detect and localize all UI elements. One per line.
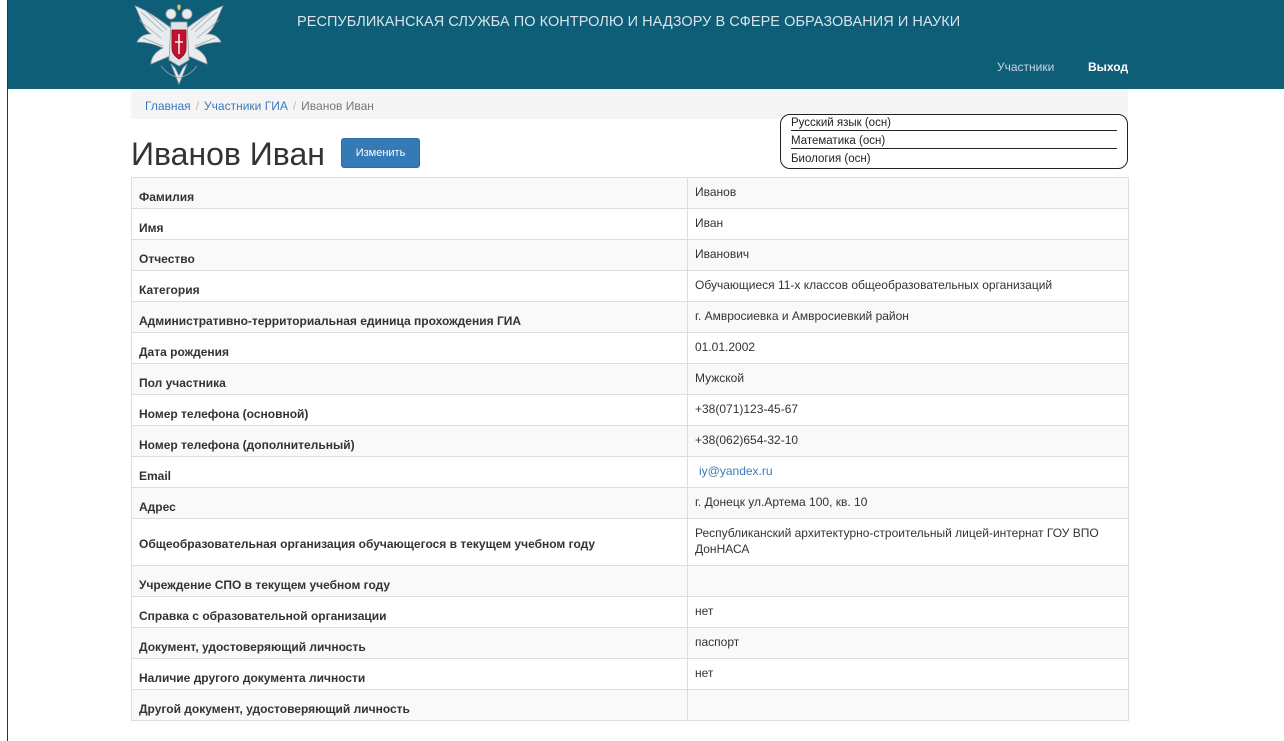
field-label: Справка с образовательной организации <box>131 596 688 628</box>
field-label: Дата рождения <box>131 332 688 364</box>
table-row: Документ, удостоверяющий личность паспор… <box>131 627 1129 659</box>
coat-of-arms-icon <box>134 4 224 86</box>
field-label: Email <box>131 456 688 488</box>
field-label: Документ, удостоверяющий личность <box>131 627 688 659</box>
field-value: Обучающиеся 11-х классов общеобразовател… <box>687 270 1129 302</box>
table-row: Наличие другого документа личности нет <box>131 658 1129 690</box>
exam-subjects-list: Русский язык (осн) Математика (осн) Биол… <box>780 114 1128 169</box>
subject-item: Биология (осн) <box>791 153 871 165</box>
site-header: РЕСПУБЛИКАНСКАЯ СЛУЖБА ПО КОНТРОЛЮ И НАД… <box>8 0 1284 89</box>
field-label: Имя <box>131 208 688 240</box>
field-value: 01.01.2002 <box>687 332 1129 364</box>
table-row: Пол участника Мужской <box>131 363 1129 395</box>
table-row: Email iy@yandex.ru <box>131 456 1129 488</box>
table-row: Справка с образовательной организации не… <box>131 596 1129 628</box>
field-value: Иванов <box>687 177 1129 209</box>
field-label: Пол участника <box>131 363 688 395</box>
subject-item: Русский язык (осн) <box>791 117 1117 131</box>
field-label: Адрес <box>131 487 688 519</box>
breadcrumb-participants-link[interactable]: Участники ГИА <box>204 99 288 113</box>
table-row: Имя Иван <box>131 208 1129 240</box>
field-value: Мужской <box>687 363 1129 395</box>
field-value: Иванович <box>687 239 1129 271</box>
field-value: паспорт <box>687 627 1129 659</box>
field-value: +38(062)654-32-10 <box>687 425 1129 457</box>
field-value: г. Донецк ул.Артема 100, кв. 10 <box>687 487 1129 519</box>
field-label: Административно-территориальная единица … <box>131 301 688 333</box>
breadcrumb-current: Иванов Иван <box>301 99 374 113</box>
field-value: Республиканский архитектурно-строительны… <box>687 518 1129 566</box>
table-row: Категория Обучающиеся 11-х классов общео… <box>131 270 1129 302</box>
table-row: Общеобразовательная организация обучающе… <box>131 518 1129 566</box>
breadcrumb-separator: / <box>195 99 200 113</box>
table-row: Административно-территориальная единица … <box>131 301 1129 333</box>
table-row: Отчество Иванович <box>131 239 1129 271</box>
field-label: Категория <box>131 270 688 302</box>
window-left-border <box>7 0 8 741</box>
field-label: Другой документ, удостоверяющий личность <box>131 689 688 721</box>
table-row: Фамилия Иванов <box>131 177 1129 209</box>
table-row: Другой документ, удостоверяющий личность <box>131 689 1129 721</box>
field-label: Наличие другого документа личности <box>131 658 688 690</box>
field-value: г. Амвросиевка и Амвросиевкий район <box>687 301 1129 333</box>
field-value: Иван <box>687 208 1129 240</box>
field-label: Учреждение СПО в текущем учебном году <box>131 565 688 597</box>
field-label: Фамилия <box>131 177 688 209</box>
field-value <box>687 565 1129 597</box>
breadcrumb-home-link[interactable]: Главная <box>145 99 191 113</box>
field-value: нет <box>687 596 1129 628</box>
field-label: Общеобразовательная организация обучающе… <box>131 518 688 566</box>
email-link[interactable]: iy@yandex.ru <box>695 464 773 478</box>
nav-link-participants[interactable]: Участники <box>997 60 1054 74</box>
subject-item: Математика (осн) <box>791 135 1117 149</box>
field-value: нет <box>687 658 1129 690</box>
participant-info-table: Фамилия Иванов Имя Иван Отчество Иванови… <box>131 177 1129 721</box>
breadcrumb-separator: / <box>292 99 297 113</box>
field-label: Номер телефона (основной) <box>131 394 688 426</box>
table-row: Номер телефона (дополнительный) +38(062)… <box>131 425 1129 457</box>
field-value: iy@yandex.ru <box>687 456 1129 488</box>
edit-button[interactable]: Изменить <box>341 138 420 168</box>
table-row: Адрес г. Донецк ул.Артема 100, кв. 10 <box>131 487 1129 519</box>
header-title: РЕСПУБЛИКАНСКАЯ СЛУЖБА ПО КОНТРОЛЮ И НАД… <box>297 14 961 30</box>
table-row: Учреждение СПО в текущем учебном году <box>131 565 1129 597</box>
table-row: Дата рождения 01.01.2002 <box>131 332 1129 364</box>
field-label: Отчество <box>131 239 688 271</box>
field-value: +38(071)123-45-67 <box>687 394 1129 426</box>
field-label: Номер телефона (дополнительный) <box>131 425 688 457</box>
nav-link-exit[interactable]: Выход <box>1088 60 1128 74</box>
table-row: Номер телефона (основной) +38(071)123-45… <box>131 394 1129 426</box>
field-value <box>687 689 1129 721</box>
page-title: Иванов Иван <box>131 136 325 172</box>
